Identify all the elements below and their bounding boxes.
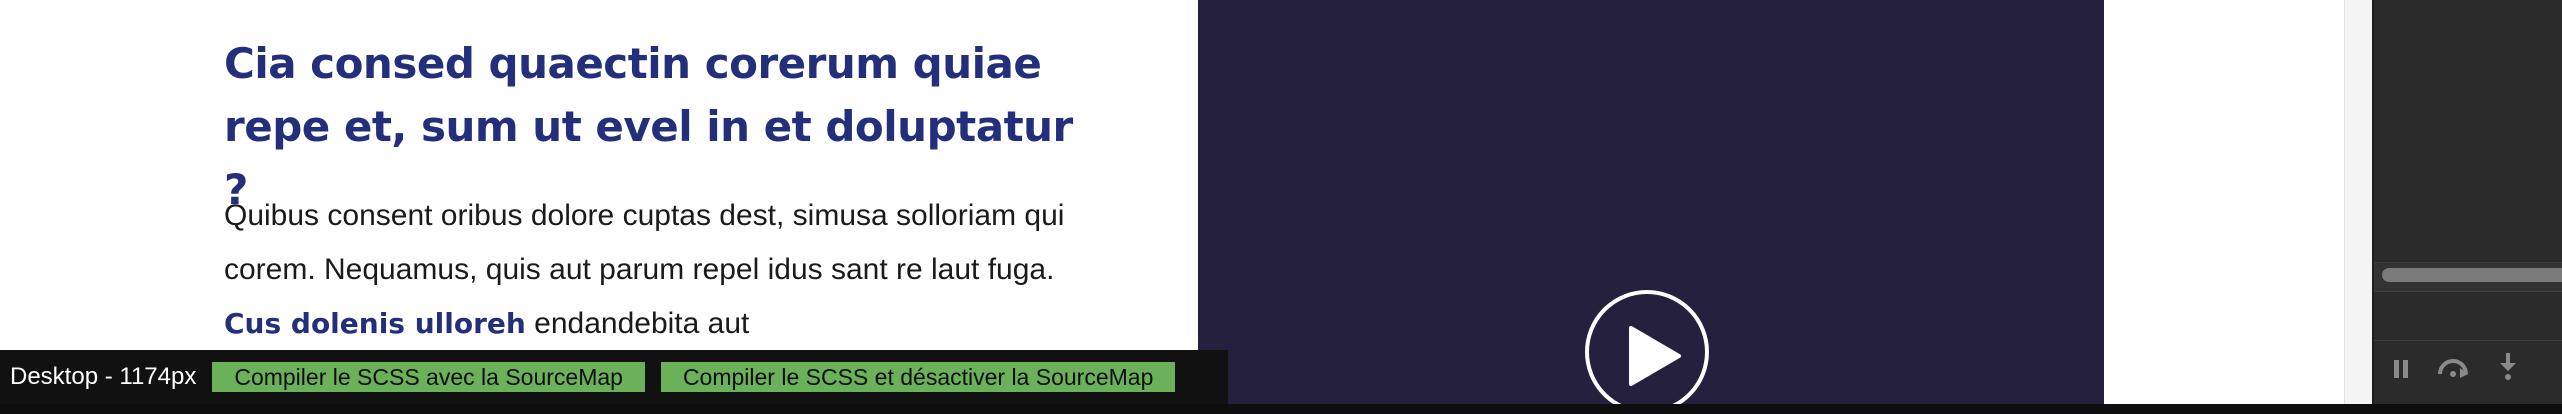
paragraph-highlight-link[interactable]: Cus dolenis ulloreh xyxy=(224,307,526,340)
step-into-icon[interactable] xyxy=(2498,353,2518,385)
scss-debug-bar: Desktop - 1174px Compiler le SCSS avec l… xyxy=(0,350,1228,404)
compile-without-sourcemap-button[interactable]: Compiler le SCSS et désactiver la Source… xyxy=(660,362,1176,392)
devtools-panel xyxy=(2372,0,2562,414)
play-icon xyxy=(1629,326,1681,386)
viewport-width-label: Desktop - 1174px xyxy=(10,363,197,390)
page-margin xyxy=(2104,0,2344,405)
devtools-scroll-thumb[interactable] xyxy=(2382,268,2562,282)
debugger-toolbar xyxy=(2374,344,2562,394)
devtools-divider xyxy=(2374,340,2562,341)
page-scrollbar[interactable] xyxy=(2344,0,2373,405)
compile-with-sourcemap-button[interactable]: Compiler le SCSS avec la SourceMap xyxy=(212,362,645,392)
video-player[interactable] xyxy=(1198,0,2104,405)
window-bottom-edge xyxy=(0,404,2562,414)
paragraph-intro: Quibus consent oribus dolore cuptas dest… xyxy=(224,199,1065,286)
play-button[interactable] xyxy=(1585,290,1709,405)
pause-icon[interactable] xyxy=(2394,360,2408,378)
paragraph-rest: endandebita aut xyxy=(525,307,750,340)
article-paragraph: Quibus consent oribus dolore cuptas dest… xyxy=(224,189,1084,351)
step-over-icon[interactable] xyxy=(2436,356,2470,382)
